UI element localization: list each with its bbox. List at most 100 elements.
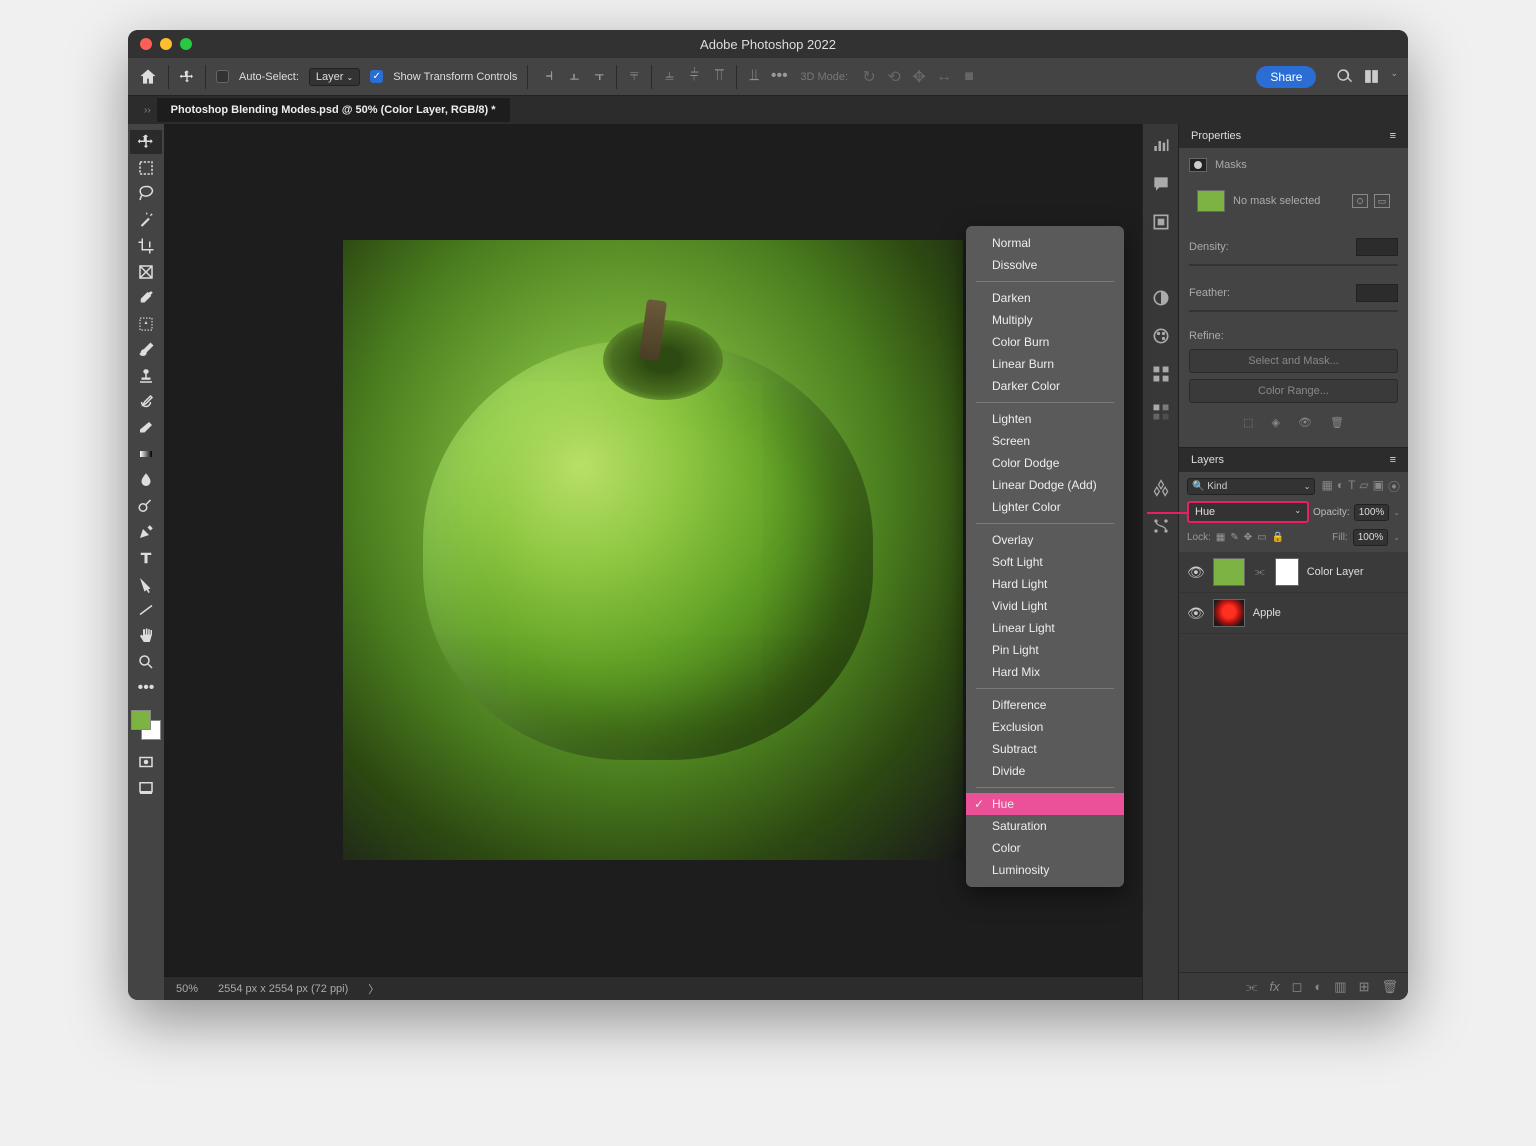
- minimize-window-button[interactable]: [160, 38, 172, 50]
- trash-mask-icon[interactable]: 🗑: [1330, 416, 1344, 429]
- filter-adjustment-icon[interactable]: ◐: [1337, 478, 1344, 495]
- blend-item-divide[interactable]: Divide: [966, 760, 1124, 782]
- swatches-icon[interactable]: [1151, 364, 1171, 384]
- blend-item-color[interactable]: Color: [966, 837, 1124, 859]
- layer-thumbnail[interactable]: [1213, 599, 1245, 627]
- filter-type-icon[interactable]: T: [1348, 478, 1355, 495]
- density-input[interactable]: [1356, 238, 1398, 256]
- move-tool-icon[interactable]: [179, 67, 195, 87]
- frame-tool[interactable]: [130, 260, 162, 284]
- new-layer-icon[interactable]: ⊞: [1359, 979, 1370, 995]
- layer-name[interactable]: Color Layer: [1307, 566, 1364, 578]
- zoom-tool[interactable]: [130, 650, 162, 674]
- document-canvas[interactable]: [343, 240, 963, 860]
- path-tool[interactable]: [130, 572, 162, 596]
- adjustments-icon[interactable]: [1151, 288, 1171, 308]
- lock-all-icon[interactable]: 🔒: [1272, 532, 1284, 543]
- color-swatches[interactable]: [131, 710, 161, 740]
- healing-tool[interactable]: [130, 312, 162, 336]
- histogram-icon[interactable]: [1151, 136, 1171, 156]
- blend-item-exclusion[interactable]: Exclusion: [966, 716, 1124, 738]
- add-mask-icon[interactable]: ◻: [1292, 979, 1303, 995]
- home-icon[interactable]: [138, 67, 158, 87]
- workspace-icon[interactable]: [1363, 68, 1380, 85]
- feather-input[interactable]: [1356, 284, 1398, 302]
- blend-item-vivid-light[interactable]: Vivid Light: [966, 595, 1124, 617]
- doc-dimensions[interactable]: 2554 px x 2554 px (72 ppi): [218, 983, 348, 995]
- blend-item-multiply[interactable]: Multiply: [966, 309, 1124, 331]
- fill-input[interactable]: 100%: [1353, 529, 1389, 546]
- opacity-input[interactable]: 100%: [1354, 504, 1390, 521]
- distribute-top-icon[interactable]: ⫨: [658, 65, 680, 87]
- lock-transparency-icon[interactable]: ▦: [1216, 532, 1225, 543]
- adjustment-layer-icon[interactable]: ◐: [1314, 979, 1322, 994]
- blend-item-linear-burn[interactable]: Linear Burn: [966, 353, 1124, 375]
- blend-item-soft-light[interactable]: Soft Light: [966, 551, 1124, 573]
- layer-thumbnail[interactable]: [1213, 558, 1245, 586]
- blend-mode-dropdown[interactable]: Hue⌄: [1187, 501, 1309, 523]
- gradient-tool[interactable]: [130, 442, 162, 466]
- add-layer-mask-icon[interactable]: [1352, 194, 1368, 208]
- blend-item-linear-dodge-add-[interactable]: Linear Dodge (Add): [966, 474, 1124, 496]
- share-button[interactable]: Share: [1256, 66, 1316, 88]
- more-tools[interactable]: •••: [130, 676, 162, 700]
- patterns-icon[interactable]: [1151, 478, 1171, 498]
- type-tool[interactable]: [130, 546, 162, 570]
- close-window-button[interactable]: [140, 38, 152, 50]
- distribute-spacing-icon[interactable]: ⫫: [743, 65, 765, 87]
- blend-item-overlay[interactable]: Overlay: [966, 529, 1124, 551]
- align-center-h-icon[interactable]: ⫠: [563, 65, 585, 87]
- visibility-toggle-icon[interactable]: 👁: [1187, 564, 1205, 581]
- link-mask-icon[interactable]: ⫘: [1255, 566, 1265, 579]
- layer-item-apple[interactable]: 👁 Apple: [1179, 593, 1408, 634]
- layer-filter-dropdown[interactable]: 🔍 Kind⌄: [1187, 478, 1315, 495]
- layer-name[interactable]: Apple: [1253, 607, 1281, 619]
- lock-position-icon[interactable]: ✥: [1244, 532, 1252, 543]
- brush-tool[interactable]: [130, 338, 162, 362]
- blend-item-saturation[interactable]: Saturation: [966, 815, 1124, 837]
- auto-select-dropdown[interactable]: Layer ⌄: [309, 68, 360, 86]
- blend-item-lighten[interactable]: Lighten: [966, 408, 1124, 430]
- add-vector-mask-icon[interactable]: ▭: [1374, 194, 1390, 208]
- blend-item-subtract[interactable]: Subtract: [966, 738, 1124, 760]
- blend-item-color-burn[interactable]: Color Burn: [966, 331, 1124, 353]
- eyedropper-tool[interactable]: [130, 286, 162, 310]
- layer-mask-thumbnail[interactable]: [1275, 558, 1299, 586]
- history-brush-tool[interactable]: [130, 390, 162, 414]
- blend-item-hard-mix[interactable]: Hard Mix: [966, 661, 1124, 683]
- disable-mask-icon[interactable]: 👁: [1298, 416, 1312, 429]
- invert-mask-icon[interactable]: ◈: [1272, 416, 1280, 429]
- trash-layer-icon[interactable]: 🗑: [1381, 979, 1398, 995]
- color-range-button[interactable]: Color Range...: [1189, 379, 1398, 403]
- shape-tool[interactable]: [130, 598, 162, 622]
- screen-mode-tool[interactable]: [130, 776, 162, 800]
- layer-style-icon[interactable]: fx: [1270, 979, 1280, 994]
- filter-toggle-icon[interactable]: ⦿: [1388, 478, 1400, 495]
- link-layers-icon[interactable]: ⫘: [1246, 979, 1258, 995]
- distribute-bottom-icon[interactable]: ⫪: [708, 65, 730, 87]
- crop-tool[interactable]: [130, 234, 162, 258]
- align-right-icon[interactable]: ⫟: [588, 65, 610, 87]
- workspace-chevron-icon[interactable]: ⌄: [1390, 68, 1398, 85]
- blend-item-darken[interactable]: Darken: [966, 287, 1124, 309]
- search-icon[interactable]: [1336, 68, 1353, 85]
- color-icon[interactable]: [1151, 326, 1171, 346]
- select-and-mask-button[interactable]: Select and Mask...: [1189, 349, 1398, 373]
- blend-item-hue[interactable]: Hue: [966, 793, 1124, 815]
- visibility-toggle-icon[interactable]: 👁: [1187, 605, 1205, 622]
- marquee-tool[interactable]: [130, 156, 162, 180]
- blend-item-dissolve[interactable]: Dissolve: [966, 254, 1124, 276]
- panel-menu-icon[interactable]: ≡: [1390, 130, 1396, 142]
- document-tab[interactable]: Photoshop Blending Modes.psd @ 50% (Colo…: [157, 98, 510, 122]
- move-tool[interactable]: [130, 130, 162, 154]
- auto-select-checkbox[interactable]: [216, 70, 229, 83]
- magic-wand-tool[interactable]: [130, 208, 162, 232]
- foreground-color[interactable]: [131, 710, 151, 730]
- panel-menu-icon[interactable]: ≡: [1390, 454, 1396, 466]
- eraser-tool[interactable]: [130, 416, 162, 440]
- align-left-icon[interactable]: ⫞: [538, 65, 560, 87]
- lock-pixels-icon[interactable]: ✎: [1230, 532, 1238, 543]
- blend-item-darker-color[interactable]: Darker Color: [966, 375, 1124, 397]
- filter-image-icon[interactable]: ▦: [1321, 478, 1332, 495]
- hand-tool[interactable]: [130, 624, 162, 648]
